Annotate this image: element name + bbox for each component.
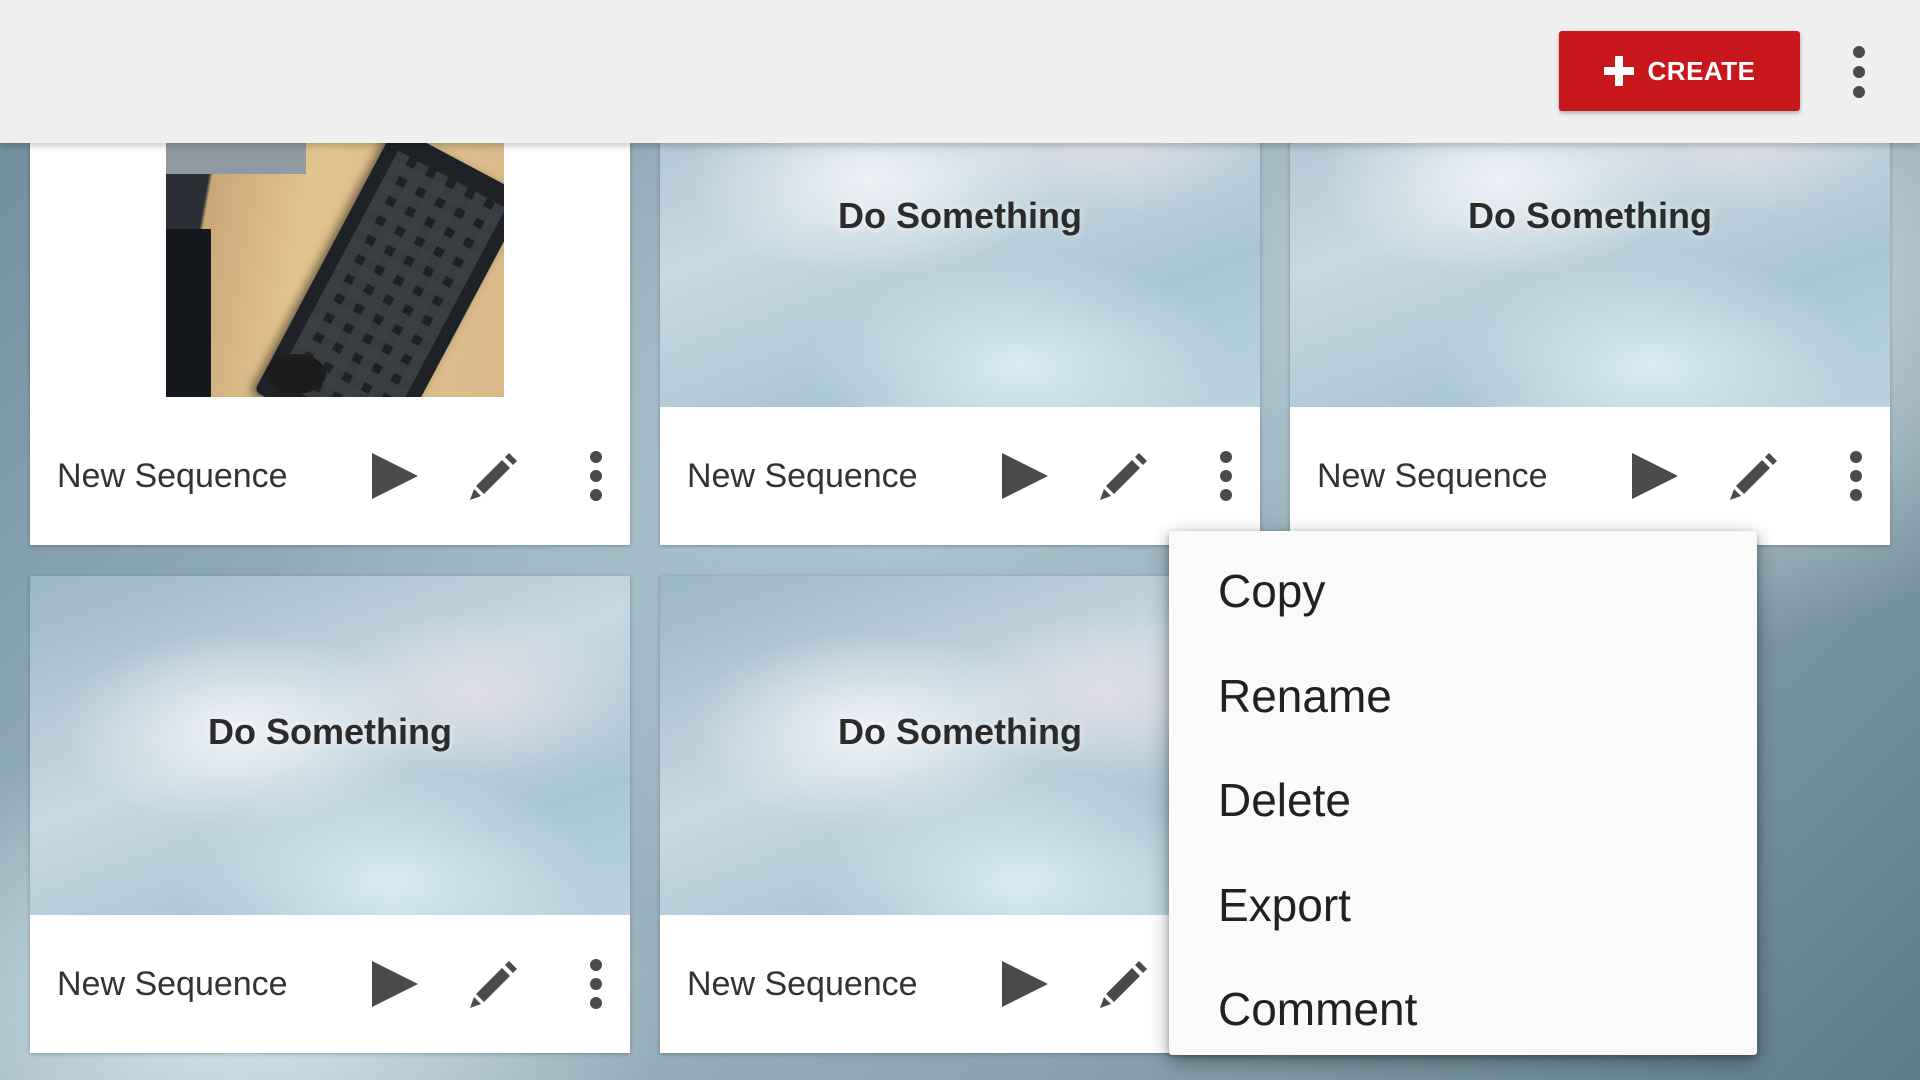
menu-item-comment[interactable]: Comment <box>1169 957 1757 1062</box>
sequence-name[interactable]: New Sequence <box>687 965 918 1004</box>
sequence-thumbnail[interactable]: Do Something <box>30 576 630 915</box>
menu-item-export[interactable]: Export <box>1169 853 1757 958</box>
more-vert-icon[interactable] <box>589 451 603 501</box>
thumbnail-title: Do Something <box>838 195 1082 236</box>
edit-icon[interactable] <box>1098 450 1150 502</box>
card-footer: New Sequence <box>660 407 1260 545</box>
menu-item-copy[interactable]: Copy <box>1169 539 1757 644</box>
edit-icon[interactable] <box>1728 450 1780 502</box>
card-footer: New Sequence <box>30 407 630 545</box>
create-button-label: CREATE <box>1647 55 1756 86</box>
play-icon[interactable] <box>1000 959 1050 1009</box>
more-vert-icon[interactable] <box>1219 451 1233 501</box>
sequence-name[interactable]: New Sequence <box>1317 457 1548 496</box>
edit-icon[interactable] <box>468 450 520 502</box>
sequence-name[interactable]: New Sequence <box>57 965 288 1004</box>
menu-item-delete[interactable]: Delete <box>1169 748 1757 853</box>
edit-icon[interactable] <box>1098 958 1150 1010</box>
play-icon[interactable] <box>370 451 420 501</box>
edit-icon[interactable] <box>468 958 520 1010</box>
menu-item-rename[interactable]: Rename <box>1169 644 1757 749</box>
more-vert-icon[interactable] <box>1847 46 1871 98</box>
thumbnail-title: Do Something <box>208 711 452 752</box>
more-vert-icon[interactable] <box>1849 451 1863 501</box>
thumbnail-title: Do Something <box>1468 195 1712 236</box>
photo-thumbnail-image <box>166 134 504 397</box>
app-toolbar: CREATE <box>0 0 1920 143</box>
sequence-card[interactable]: Do Something New Sequence <box>30 576 630 1053</box>
play-icon[interactable] <box>1630 451 1680 501</box>
create-button[interactable]: CREATE <box>1559 31 1800 111</box>
card-footer: New Sequence <box>30 915 630 1053</box>
card-footer: New Sequence <box>1290 407 1890 545</box>
sequence-name[interactable]: New Sequence <box>687 457 918 496</box>
sequence-name[interactable]: New Sequence <box>57 457 288 496</box>
card-context-menu: Copy Rename Delete Export Comment <box>1169 531 1757 1055</box>
play-icon[interactable] <box>370 959 420 1009</box>
play-icon[interactable] <box>1000 451 1050 501</box>
more-vert-icon[interactable] <box>589 959 603 1009</box>
plus-icon <box>1603 56 1634 86</box>
